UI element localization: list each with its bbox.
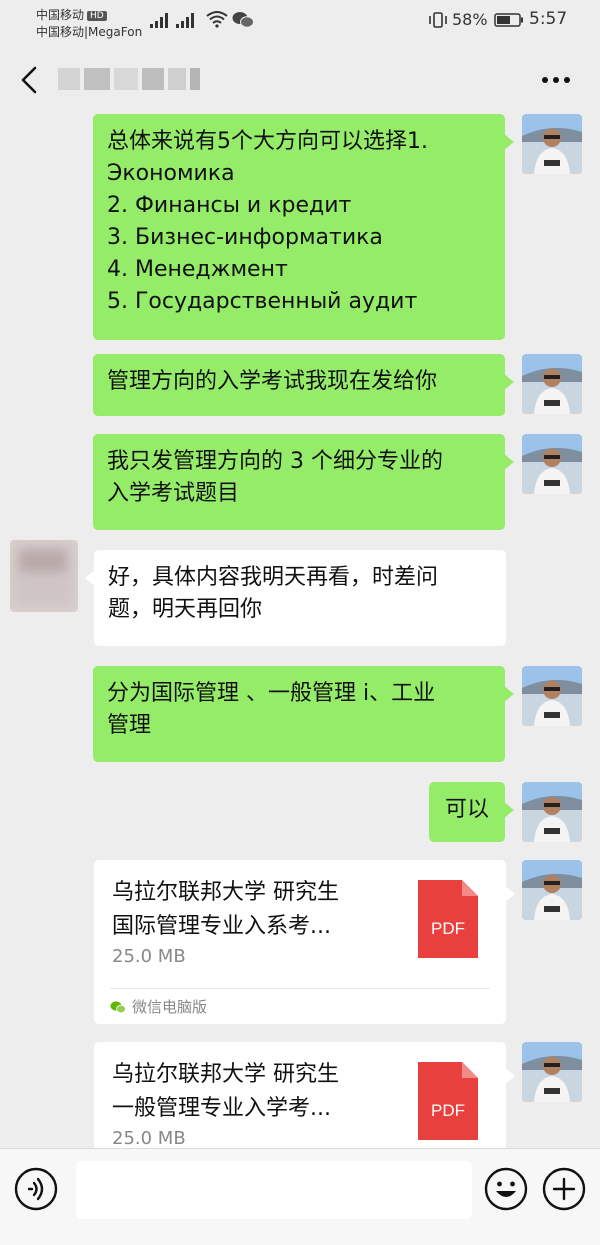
chat-input-bar — [0, 1148, 600, 1245]
pdf-file-icon: PDF — [418, 1062, 478, 1140]
message-line: 4. Менеджмент — [107, 257, 288, 282]
message-line: 管理方向的入学考试我现在发给你 — [107, 369, 438, 394]
user-photo-icon — [522, 1042, 582, 1102]
message-line: 分为国际管理 、一般管理 i、工业 — [107, 681, 436, 706]
wechat-icon — [110, 1001, 126, 1014]
battery-icon — [494, 13, 523, 27]
avatar[interactable] — [522, 434, 582, 494]
chevron-left-icon[interactable] — [20, 66, 38, 94]
vibrate-icon — [429, 12, 447, 28]
message-line: 题，明天再回你 — [108, 597, 263, 622]
file-name: 乌拉尔联邦大学 研究生 一般管理专业入学考... — [112, 1062, 339, 1121]
wechat-icon — [232, 12, 254, 28]
file-size: 25.0 MB — [112, 946, 186, 967]
user-photo-icon — [522, 354, 582, 414]
message-bubble-outgoing[interactable]: 分为国际管理 、一般管理 i、工业 管理 — [93, 666, 514, 762]
plus-icon[interactable] — [542, 1167, 586, 1211]
message-line: 3. Бизнес-информатика — [107, 225, 383, 250]
message-line: 我只发管理方向的 3 个细分专业的 — [107, 449, 443, 474]
more-horizontal-icon[interactable] — [541, 76, 571, 84]
message-line: 2. Финансы и кредит — [107, 193, 352, 218]
message-bubble-outgoing[interactable]: 可以 — [429, 782, 514, 842]
avatar[interactable] — [522, 1042, 582, 1102]
chat-header — [0, 44, 600, 114]
avatar-contact[interactable] — [10, 540, 78, 612]
message-bubble-outgoing[interactable]: 管理方向的入学考试我现在发给你 — [93, 354, 514, 416]
avatar[interactable] — [522, 354, 582, 414]
message-line: 入学考试题目 — [107, 481, 240, 506]
wifi-icon — [206, 11, 228, 28]
message-line: 5. Государственный аудит — [107, 289, 418, 314]
user-photo-icon — [522, 666, 582, 726]
avatar[interactable] — [522, 782, 582, 842]
file-message-card[interactable]: 乌拉尔联邦大学 研究生 国际管理专业入系考... 25.0 MB PDF 微信电… — [94, 860, 515, 1024]
message-bubble-outgoing[interactable]: 我只发管理方向的 3 个细分专业的 入学考试题目 — [93, 434, 514, 530]
voice-input-icon[interactable] — [14, 1167, 58, 1211]
file-name: 乌拉尔联邦大学 研究生 国际管理专业入系考... — [112, 880, 339, 939]
avatar[interactable] — [522, 666, 582, 726]
avatar[interactable] — [522, 860, 582, 920]
emoji-icon[interactable] — [484, 1167, 528, 1211]
status-bar: 中国移动 HD 中国移动|MegaFon 58% 5:57 — [0, 0, 600, 44]
pdf-file-icon: PDF — [418, 880, 478, 958]
signal-icon — [150, 13, 194, 28]
file-size: 25.0 MB — [112, 1128, 186, 1149]
user-photo-icon — [522, 782, 582, 842]
svg-text:PDF: PDF — [431, 1101, 465, 1120]
message-line: 好，具体内容我明天再看，时差问 — [108, 565, 439, 590]
contact-name-redacted — [58, 68, 218, 92]
svg-text:PDF: PDF — [431, 919, 465, 938]
message-line: 管理 — [107, 713, 152, 738]
user-photo-icon — [522, 434, 582, 494]
hd-badge: HD — [87, 11, 107, 21]
carrier-label-1: 中国移动 HD — [36, 6, 107, 23]
divider — [110, 988, 490, 989]
status-time: 5:57 — [529, 9, 568, 29]
message-text-input[interactable] — [76, 1161, 472, 1219]
carrier-label-2: 中国移动|MegaFon — [36, 25, 143, 39]
message-line: 总体来说有5个大方向可以选择1. — [107, 129, 428, 154]
battery-percent: 58% — [452, 10, 488, 29]
user-photo-icon — [522, 114, 582, 174]
message-bubble-incoming[interactable]: 好，具体内容我明天再看，时差问 题，明天再回你 — [85, 550, 506, 646]
message-bubble-outgoing[interactable]: 总体来说有5个大方向可以选择1. Экономика 2. Финансы и … — [93, 114, 514, 340]
message-line: Экономика — [107, 161, 235, 186]
avatar[interactable] — [522, 114, 582, 174]
message-line: 可以 — [444, 797, 489, 822]
user-photo-icon — [522, 860, 582, 920]
file-source-label: 微信电脑版 — [110, 996, 207, 1017]
